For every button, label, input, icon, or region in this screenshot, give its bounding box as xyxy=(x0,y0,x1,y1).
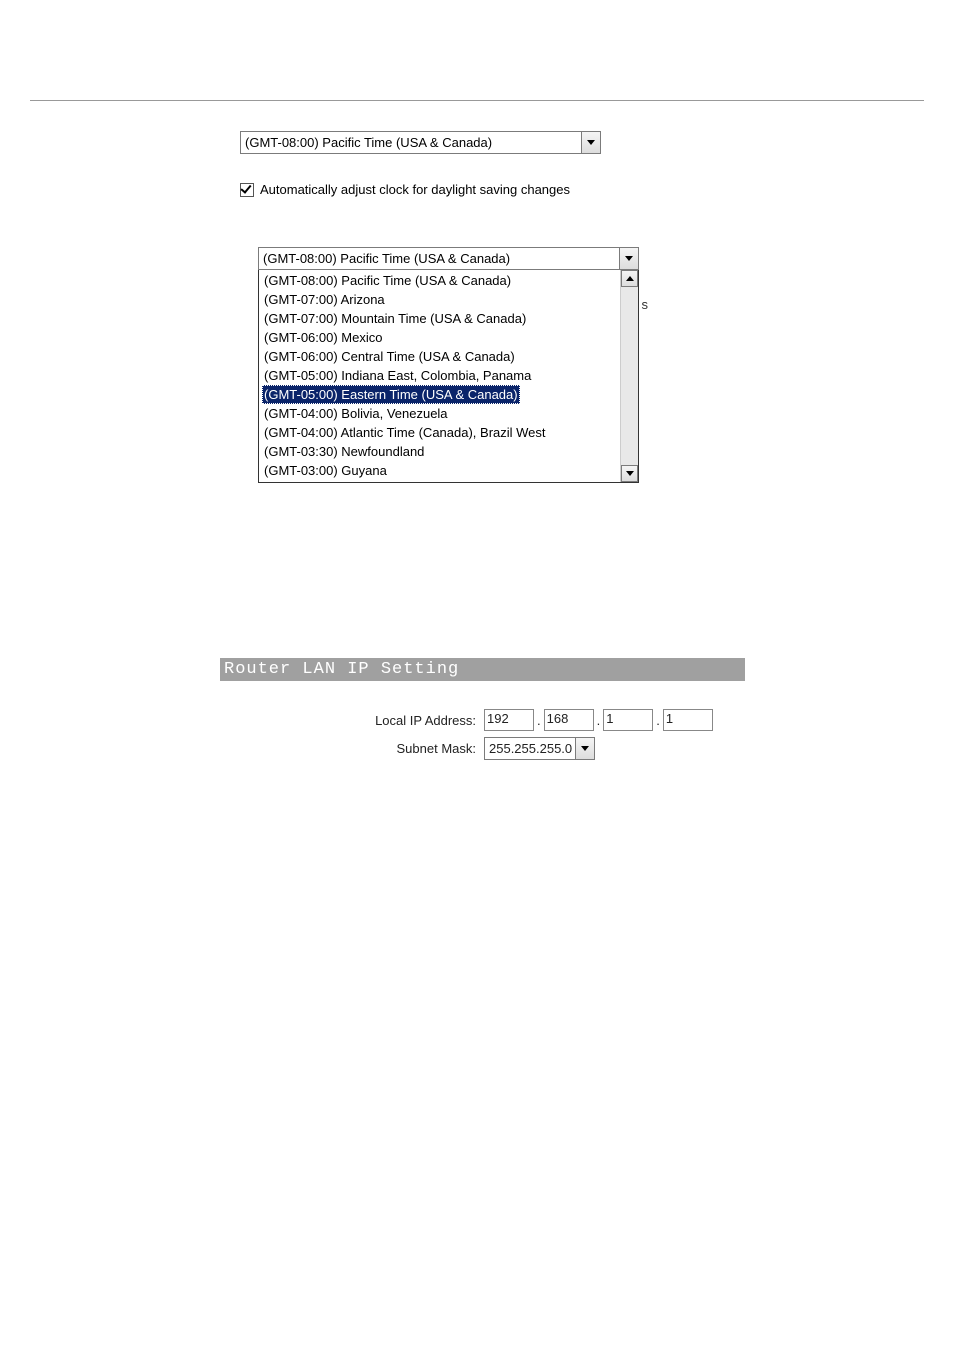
subnet-mask-value: 255.255.255.0 xyxy=(485,738,575,759)
dropdown-button[interactable] xyxy=(619,248,638,269)
chevron-down-icon xyxy=(587,140,595,145)
divider-line xyxy=(30,100,924,101)
timezone-option[interactable]: (GMT-05:00) Eastern Time (USA & Canada) xyxy=(262,385,520,404)
timezone-option[interactable]: (GMT-07:00) Arizona xyxy=(262,290,617,309)
timezone-option[interactable]: (GMT-03:00) Guyana xyxy=(262,461,617,480)
ip-octet-3[interactable]: 1 xyxy=(603,709,653,731)
timezone-option[interactable]: (GMT-04:00) Bolivia, Venezuela xyxy=(262,404,617,423)
timezone-select-value: (GMT-08:00) Pacific Time (USA & Canada) xyxy=(241,132,581,153)
chevron-down-icon xyxy=(581,746,589,751)
subnet-mask-label: Subnet Mask: xyxy=(220,741,484,756)
timezone-option[interactable]: (GMT-06:00) Central Time (USA & Canada) xyxy=(262,347,617,366)
local-ip-label: Local IP Address: xyxy=(220,713,484,728)
chevron-up-icon xyxy=(626,276,634,281)
dst-checkbox[interactable] xyxy=(240,183,254,197)
scrollbar[interactable] xyxy=(620,270,638,482)
lan-section-title: Router LAN IP Setting xyxy=(220,658,745,681)
dot: . xyxy=(597,713,601,728)
timezone-option[interactable]: (GMT-08:00) Pacific Time (USA & Canada) xyxy=(262,271,617,290)
timezone-select-expanded[interactable]: (GMT-08:00) Pacific Time (USA & Canada) xyxy=(258,247,639,270)
timezone-select-expanded-value: (GMT-08:00) Pacific Time (USA & Canada) xyxy=(259,248,619,269)
timezone-select[interactable]: (GMT-08:00) Pacific Time (USA & Canada) xyxy=(240,131,601,154)
stray-text: s xyxy=(641,297,648,312)
subnet-mask-select[interactable]: 255.255.255.0 xyxy=(484,737,595,760)
scroll-down-button[interactable] xyxy=(621,465,638,482)
dot: . xyxy=(537,713,541,728)
timezone-option[interactable]: (GMT-03:30) Newfoundland xyxy=(262,442,617,461)
scroll-track[interactable] xyxy=(621,287,638,465)
ip-octet-2[interactable]: 168 xyxy=(544,709,594,731)
dropdown-button[interactable] xyxy=(575,738,594,759)
chevron-down-icon xyxy=(625,256,633,261)
timezone-dropdown-list[interactable]: (GMT-08:00) Pacific Time (USA & Canada)(… xyxy=(258,270,639,483)
dot: . xyxy=(656,713,660,728)
chevron-down-icon xyxy=(626,471,634,476)
ip-octet-1[interactable]: 192 xyxy=(484,709,534,731)
dst-label: Automatically adjust clock for daylight … xyxy=(260,182,570,197)
timezone-option[interactable]: (GMT-07:00) Mountain Time (USA & Canada) xyxy=(262,309,617,328)
timezone-option[interactable]: (GMT-04:00) Atlantic Time (Canada), Braz… xyxy=(262,423,617,442)
scroll-up-button[interactable] xyxy=(621,270,638,287)
timezone-option[interactable]: (GMT-05:00) Indiana East, Colombia, Pana… xyxy=(262,366,617,385)
dropdown-button[interactable] xyxy=(581,132,600,153)
timezone-option[interactable]: (GMT-06:00) Mexico xyxy=(262,328,617,347)
ip-octet-4[interactable]: 1 xyxy=(663,709,713,731)
